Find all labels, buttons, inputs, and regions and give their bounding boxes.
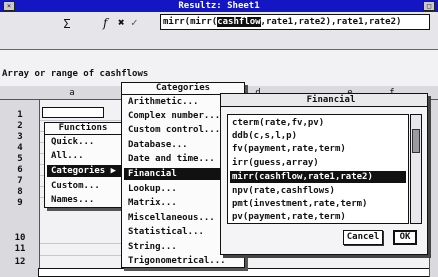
- vertical-scrollbar[interactable]: [429, 100, 438, 277]
- financial-dialog-title: Financial: [306, 95, 356, 105]
- ok-button[interactable]: OK: [393, 230, 417, 245]
- formula-prefix: mirr(mirr(: [163, 17, 218, 27]
- financial-function-item-mirr[interactable]: mirr(cashflow,rate1,rate2): [230, 171, 406, 183]
- close-window-button[interactable]: ×: [3, 1, 15, 11]
- row-number[interactable]: 12: [2, 257, 38, 268]
- function-button[interactable]: f: [103, 15, 113, 31]
- active-cell[interactable]: [42, 107, 104, 118]
- financial-function-list[interactable]: cterm(rate,fv,pv) ddb(c,s,l,p) fv(paymen…: [227, 114, 409, 224]
- argument-prompt: Array or range of cashflows: [2, 69, 149, 79]
- financial-function-item[interactable]: pmt(investment,rate,term): [230, 198, 406, 210]
- functions-menu-title: Functions: [45, 123, 121, 135]
- cancel-entry-icon[interactable]: ✖: [118, 15, 128, 31]
- row-number[interactable]: 9: [2, 198, 38, 209]
- window-title: Resultz: Sheet1: [178, 1, 260, 11]
- cell-edit-field[interactable]: [38, 268, 438, 277]
- financial-function-item[interactable]: irr(guess,array): [230, 157, 406, 169]
- formula-suffix: ,rate1,rate2),rate1,rate2): [260, 17, 402, 27]
- maximize-button[interactable]: □: [423, 1, 435, 11]
- row-number[interactable]: 4: [2, 143, 38, 154]
- formula-highlight: cashflow: [217, 17, 261, 27]
- confirm-entry-icon[interactable]: ✓: [131, 15, 141, 31]
- row-number[interactable]: 2: [2, 121, 38, 132]
- functions-item-all[interactable]: All...: [47, 150, 121, 162]
- financial-function-item[interactable]: cterm(rate,fv,pv): [230, 117, 406, 129]
- column-header-a[interactable]: a: [40, 86, 104, 100]
- formula-input[interactable]: mirr(mirr(cashflow,rate1,rate2),rate1,ra…: [160, 14, 430, 30]
- row-number[interactable]: 11: [2, 244, 38, 255]
- row-number[interactable]: 1: [2, 110, 38, 121]
- row-number[interactable]: 3: [2, 132, 38, 143]
- financial-function-item[interactable]: fv(payment,rate,term): [230, 143, 406, 155]
- financial-function-item[interactable]: pv(payment,rate,term): [230, 211, 406, 223]
- sum-button[interactable]: Σ: [60, 16, 74, 32]
- functions-item-custom[interactable]: Custom...: [47, 180, 121, 192]
- functions-menu: Functions Quick... All... Categories ▶ C…: [44, 122, 122, 208]
- row-number[interactable]: 8: [2, 187, 38, 198]
- functions-item-names[interactable]: Names...: [47, 194, 121, 206]
- financial-function-item[interactable]: ddb(c,s,l,p): [230, 130, 406, 142]
- row-number[interactable]: 7: [2, 176, 38, 187]
- financial-function-item[interactable]: npv(rate,cashflows): [230, 185, 406, 197]
- financial-dialog: Financial cterm(rate,fv,pv) ddb(c,s,l,p)…: [220, 93, 428, 255]
- functions-item-quick[interactable]: Quick...: [47, 136, 121, 148]
- row-number[interactable]: 6: [2, 165, 38, 176]
- scrollbar-thumb[interactable]: [412, 129, 420, 153]
- financial-list-scrollbar[interactable]: [410, 114, 422, 224]
- row-number[interactable]: 5: [2, 154, 38, 165]
- row-number[interactable]: 10: [2, 233, 38, 244]
- category-item[interactable]: Trigonometrical...: [124, 255, 242, 267]
- functions-item-categories[interactable]: Categories ▶: [47, 165, 121, 177]
- cancel-button[interactable]: Cancel: [343, 230, 383, 245]
